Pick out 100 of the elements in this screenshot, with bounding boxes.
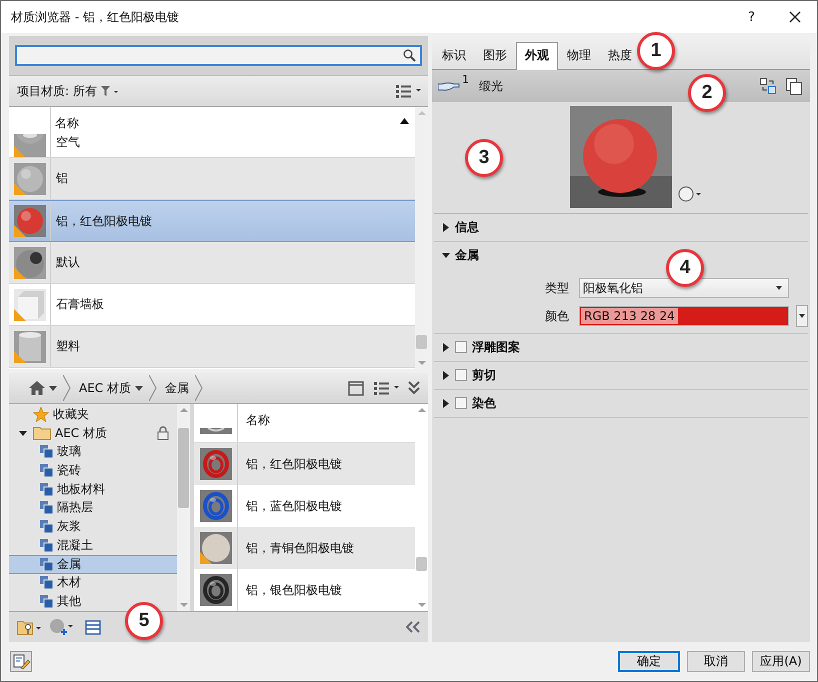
search-icon [403,49,416,62]
home-icon[interactable] [29,381,45,395]
checkbox[interactable] [455,369,467,381]
breadcrumb-separator-icon [194,375,203,401]
section-title: 剪切 [472,366,496,384]
material-row[interactable]: 默认 [9,242,415,284]
panel-view-icon[interactable] [348,380,364,396]
breadcrumb-separator-icon [148,375,157,401]
scroll-down-icon[interactable] [416,601,428,609]
scrollbar[interactable] [177,404,190,611]
replace-asset-icon[interactable] [760,78,776,94]
double-chevron-down-icon[interactable] [408,381,420,395]
category-icon [40,520,53,534]
material-name: 塑料 [55,338,80,355]
tree-item[interactable]: 地板材料 [9,480,177,499]
dialog-button[interactable]: 取消 [687,651,745,672]
help-button[interactable]: ? [748,10,755,24]
tab[interactable]: 外观 [516,42,558,70]
tree-label: 灰浆 [57,518,81,536]
breadcrumb-item[interactable]: 金属 [164,380,189,396]
expand-triangle-icon[interactable] [442,342,450,352]
category-icon [40,482,53,496]
double-chevron-left-icon[interactable] [406,621,420,633]
tab[interactable]: 标识 [434,43,474,69]
tree-label: 混凝土 [57,536,93,554]
material-thumbnail [200,428,232,434]
material-row[interactable]: 石膏墙板 [9,284,415,326]
column-header[interactable]: 名称 [51,115,400,132]
material-name: 铝，银色阳极电镀 [245,582,342,598]
tree-label: 其他 [57,593,81,610]
panel-icon[interactable] [85,620,101,634]
tab[interactable]: 热度 [600,43,640,69]
breadcrumb-item[interactable]: AEC 材质 [79,380,143,396]
search-field[interactable] [15,45,422,66]
category-icon [40,538,53,552]
dialog-button[interactable]: 应用(A) [752,651,810,672]
dialog-button[interactable]: 确定 [618,651,680,672]
material-name: 铝，红色阳极电镀 [245,456,342,472]
category-icon [40,445,53,458]
filter-icon[interactable] [100,86,119,96]
expand-triangle-icon[interactable] [442,250,450,260]
star-icon [33,406,49,422]
material-row[interactable]: 空气 [9,134,415,158]
tree-item[interactable]: 收藏夹 [9,405,177,424]
tree-item[interactable]: 瓷砖 [9,461,177,480]
caret-icon[interactable] [134,386,143,390]
tree-item[interactable]: 金属 [9,554,177,574]
category-icon [40,464,53,477]
scroll-thumb[interactable] [416,557,427,571]
expand-triangle-icon[interactable] [442,398,450,408]
sort-ascending-icon[interactable] [400,118,409,124]
checkbox[interactable] [455,397,467,409]
dropdown-value: 阳极氧化铝 [583,280,644,296]
checkbox[interactable] [455,341,467,353]
expand-triangle-icon[interactable] [442,222,450,232]
material-row[interactable]: 铝 [9,158,415,200]
folder-key-icon[interactable] [17,619,41,635]
type-dropdown[interactable]: 阳极氧化铝 [579,278,789,298]
library-material-row[interactable]: 铝，青铜色阳极电镀 [194,527,415,569]
category-icon [40,558,53,571]
library-material-row[interactable]: 铝，红色阳极电镀 [194,443,415,485]
scroll-up-icon[interactable] [416,406,428,414]
preview-shape-dropdown-icon[interactable] [678,186,702,202]
material-name: 默认 [55,254,80,271]
caret-icon[interactable] [49,386,57,390]
edit-icon[interactable] [10,651,32,672]
expand-triangle-icon[interactable] [19,429,27,438]
material-row[interactable]: 铝，红色阳极电镀 [9,200,415,242]
material-name: 铝 [55,170,68,187]
tab[interactable]: 物理 [559,43,599,69]
tree-item[interactable]: 木材 [9,574,177,592]
tree-item[interactable]: 混凝土 [9,536,177,555]
material-name: 石膏墙板 [55,296,104,313]
category-icon [40,595,53,608]
scroll-thumb[interactable] [416,335,427,349]
tab[interactable]: 图形 [475,43,515,69]
copy-icon[interactable] [786,78,802,94]
caret-icon [776,286,782,290]
tree-item[interactable]: 隔热层 [9,498,177,518]
add-sphere-icon[interactable] [49,618,73,636]
tree-label: 瓷砖 [57,462,81,479]
column-header[interactable]: 名称 [238,404,270,442]
tree-label: 收藏夹 [53,406,89,423]
tree-item[interactable]: AEC 材质 [9,424,177,442]
close-icon[interactable] [789,11,801,23]
list-view-icon[interactable] [374,382,400,394]
tree-item[interactable]: 灰浆 [9,517,177,536]
expand-triangle-icon[interactable] [442,370,450,380]
color-dropdown-button[interactable] [796,305,808,327]
scroll-thumb[interactable] [178,428,189,508]
tree-item[interactable]: 玻璃 [9,442,177,462]
list-view-icon[interactable] [396,84,422,98]
caret-icon [799,314,805,318]
field-label: 类型 [544,280,570,296]
section-title: 金属 [455,246,479,264]
category-icon [40,576,53,590]
material-row[interactable]: 塑料 [9,326,415,368]
filter-label: 项目材质: 所有 [17,82,97,100]
section-title: 染色 [472,394,496,412]
color-swatch[interactable]: RGB 213 28 24 [579,306,789,326]
